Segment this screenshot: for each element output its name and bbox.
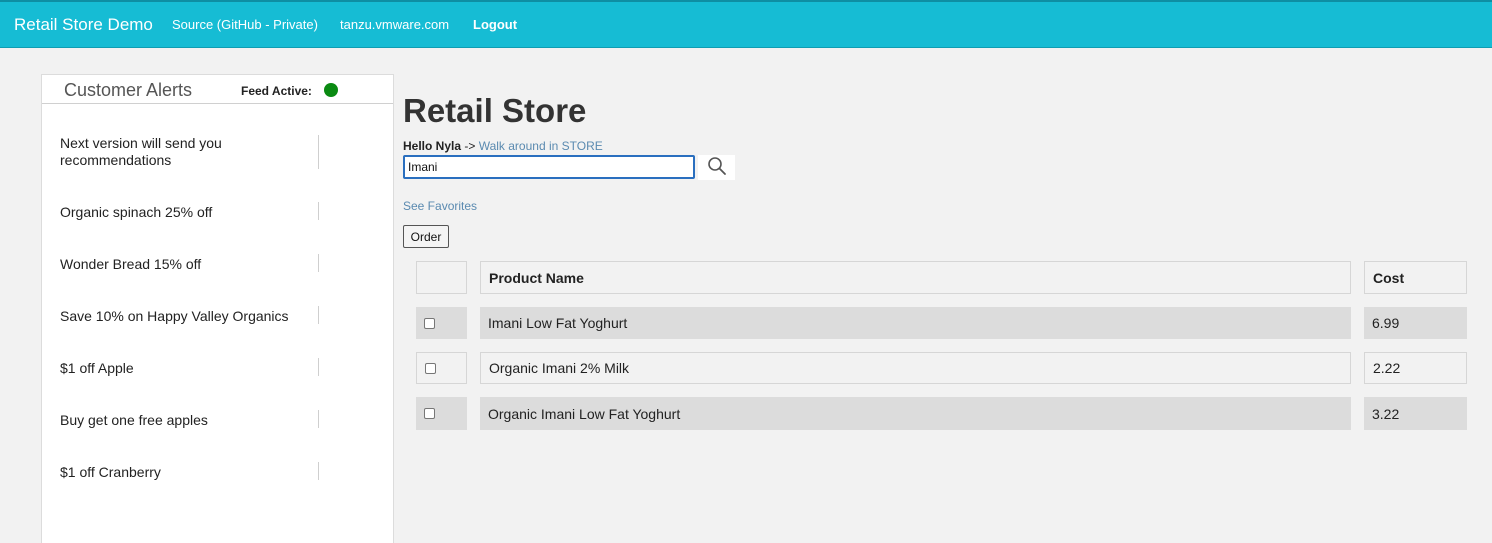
nav-link-source[interactable]: Source (GitHub - Private) — [172, 17, 318, 32]
search-icon — [707, 157, 726, 175]
table-cell-product-name: Imani Low Fat Yoghurt — [480, 307, 1351, 339]
nav-link-logout[interactable]: Logout — [473, 17, 517, 32]
table-header-product-name: Product Name — [480, 261, 1351, 294]
feed-active-label: Feed Active: — [241, 84, 312, 98]
row-checkbox[interactable] — [425, 362, 436, 374]
alert-item: Wonder Bread 15% off — [60, 256, 202, 272]
greeting-arrow: -> — [461, 139, 479, 153]
nav-link-tanzu[interactable]: tanzu.vmware.com — [340, 17, 449, 32]
alert-divider — [318, 358, 319, 376]
see-favorites-link[interactable]: See Favorites — [403, 199, 477, 213]
alert-divider — [318, 202, 319, 220]
row-checkbox[interactable] — [424, 408, 435, 419]
table-cell-product-name: Organic Imani Low Fat Yoghurt — [480, 397, 1351, 430]
alert-item: Next version will send you recommendatio… — [60, 135, 222, 168]
alert-item: Save 10% on Happy Valley Organics — [60, 308, 289, 324]
search-input[interactable] — [403, 155, 695, 179]
table-cell-cost: 3.22 — [1364, 397, 1467, 430]
table-header-cost: Cost — [1364, 261, 1467, 294]
alert-item: Organic spinach 25% off — [60, 204, 213, 220]
search-button[interactable] — [698, 155, 735, 180]
alert-item: $1 off Cranberry — [60, 464, 161, 480]
page-title: Retail Store — [403, 92, 587, 129]
greeting: Hello Nyla -> Walk around in STORE — [403, 139, 603, 153]
table-row-select-cell — [416, 397, 467, 430]
alert-divider — [318, 135, 319, 169]
table-cell-cost: 6.99 — [1364, 307, 1467, 339]
customer-alerts-panel: Customer Alerts Feed Active: Next versio… — [41, 74, 394, 543]
order-button[interactable]: Order — [403, 225, 449, 248]
table-row-select-cell — [416, 307, 467, 339]
alert-item: Buy get one free apples — [60, 412, 208, 428]
table-row-select-cell — [416, 352, 467, 384]
table-cell-product-name: Organic Imani 2% Milk — [480, 352, 1351, 384]
alert-divider — [318, 306, 319, 324]
alert-item: $1 off Apple — [60, 360, 134, 376]
greeting-name: Hello Nyla — [403, 139, 462, 153]
feed-status-indicator — [324, 83, 338, 97]
alerts-header: Customer Alerts Feed Active: — [42, 75, 393, 104]
walk-around-store-link[interactable]: Walk around in STORE — [479, 139, 603, 153]
alert-divider — [318, 462, 319, 480]
table-header-select — [416, 261, 467, 294]
brand-link[interactable]: Retail Store Demo — [14, 15, 153, 35]
alerts-title: Customer Alerts — [64, 80, 193, 100]
table-cell-cost: 2.22 — [1364, 352, 1467, 384]
alert-divider — [318, 410, 319, 428]
top-navbar: Retail Store Demo Source (GitHub - Priva… — [0, 0, 1492, 48]
alert-divider — [318, 254, 319, 272]
row-checkbox[interactable] — [424, 317, 435, 329]
